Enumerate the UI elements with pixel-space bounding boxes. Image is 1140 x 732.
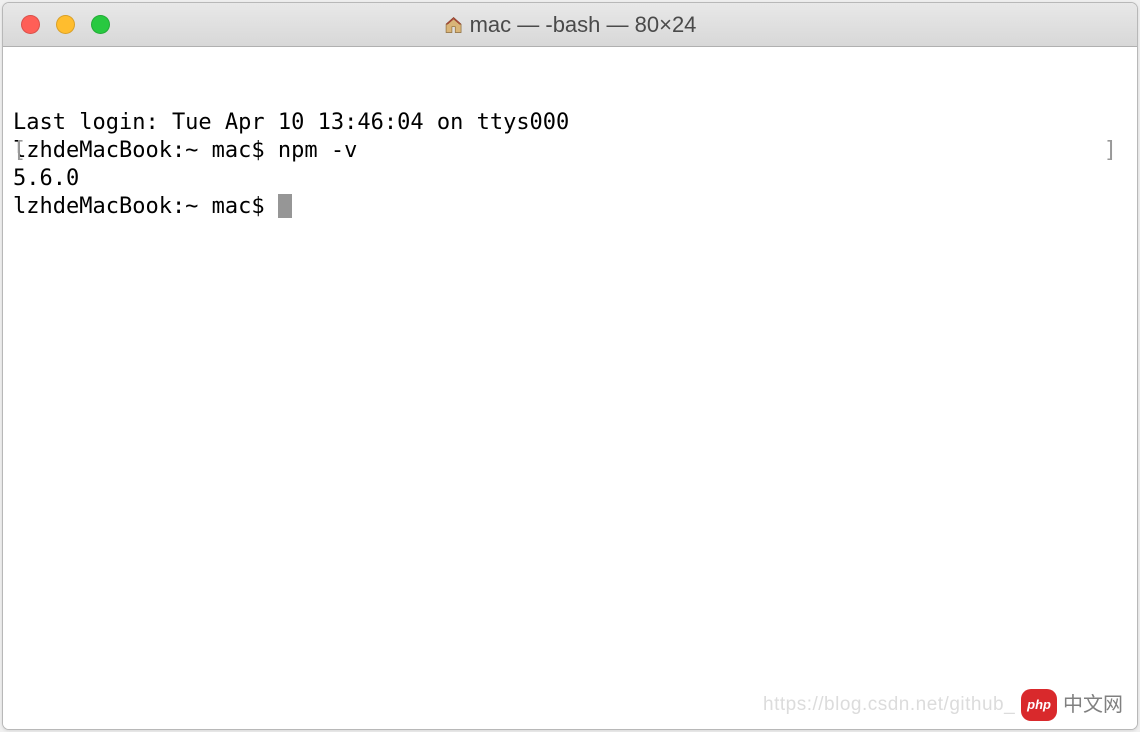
command-line-2: lzhdeMacBook:~ mac$: [13, 193, 1127, 221]
bracket-right: ]: [1104, 137, 1117, 165]
window-title: mac — -bash — 80×24: [470, 12, 697, 38]
output-line-1: 5.6.0: [13, 165, 1127, 193]
minimize-button[interactable]: [56, 15, 75, 34]
home-icon: [444, 15, 464, 35]
command-line-1: [lzhdeMacBook:~ mac$ npm -v]: [13, 137, 1127, 165]
watermark-cn: 中文网: [1063, 691, 1123, 719]
watermark: https://blog.csdn.net/github_ php 中文网: [763, 689, 1123, 721]
last-login-line: Last login: Tue Apr 10 13:46:04 on ttys0…: [13, 109, 1127, 137]
zoom-button[interactable]: [91, 15, 110, 34]
bracket-left: [: [13, 137, 26, 165]
cursor: [278, 194, 292, 218]
title-container: mac — -bash — 80×24: [444, 12, 697, 38]
titlebar[interactable]: mac — -bash — 80×24: [3, 3, 1137, 47]
watermark-badge: php: [1021, 689, 1057, 721]
prompt-1: lzhdeMacBook:~ mac$: [13, 138, 278, 163]
terminal-body[interactable]: Last login: Tue Apr 10 13:46:04 on ttys0…: [3, 47, 1137, 729]
prompt-2: lzhdeMacBook:~ mac$: [13, 194, 278, 219]
close-button[interactable]: [21, 15, 40, 34]
traffic-lights: [3, 15, 110, 34]
watermark-url: https://blog.csdn.net/github_: [763, 691, 1015, 719]
terminal-window: mac — -bash — 80×24 Last login: Tue Apr …: [2, 2, 1138, 730]
command-1: npm -v: [278, 138, 357, 163]
